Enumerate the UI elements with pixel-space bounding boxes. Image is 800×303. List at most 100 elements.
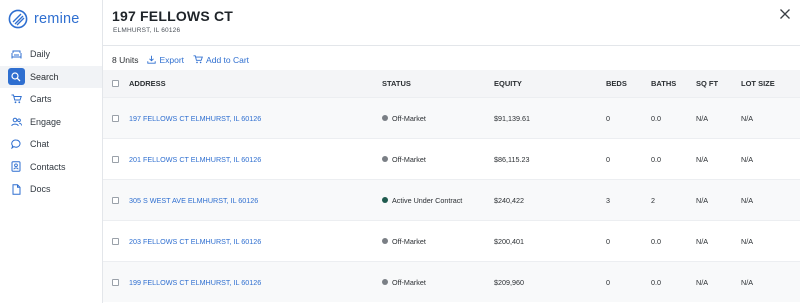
sidebar-item-label: Search <box>30 71 59 82</box>
toolbar: 8 Units Export Add to Cart <box>112 53 249 66</box>
checkbox-box <box>112 80 119 87</box>
header-baths[interactable]: BATHS <box>651 79 676 88</box>
equity-cell: $240,422 <box>494 195 524 205</box>
table-row[interactable]: 197 FELLOWS CT ELMHURST, IL 60126 Off-Ma… <box>103 97 800 138</box>
row-checkbox[interactable] <box>112 278 119 286</box>
sidebar-item-label: Contacts <box>30 161 66 172</box>
status-dot <box>382 156 388 162</box>
sidebar: remine Daily Search Carts Engage Chat Co… <box>0 0 103 303</box>
cart-icon <box>193 55 203 64</box>
select-all-checkbox[interactable] <box>112 80 119 87</box>
remine-logo-icon <box>8 9 28 29</box>
checkbox-box <box>112 237 119 245</box>
status-text: Off-Market <box>392 277 426 287</box>
table-row[interactable]: 305 S WEST AVE ELMHURST, IL 60126 Active… <box>103 179 800 220</box>
row-checkbox[interactable] <box>112 237 119 245</box>
app-root: remine Daily Search Carts Engage Chat Co… <box>0 0 800 303</box>
address-link[interactable]: 203 FELLOWS CT ELMHURST, IL 60126 <box>129 237 261 246</box>
lot-size-cell: N/A <box>741 113 753 123</box>
status-cell: Active Under Contract <box>382 196 462 205</box>
beds-cell: 0 <box>606 236 610 246</box>
address-link[interactable]: 199 FELLOWS CT ELMHURST, IL 60126 <box>129 278 261 287</box>
beds-cell: 3 <box>606 195 610 205</box>
equity-cell: $91,139.61 <box>494 113 530 123</box>
row-checkbox[interactable] <box>112 114 119 122</box>
baths-cell: 0.0 <box>651 236 661 246</box>
sidebar-item-label: Engage <box>30 116 62 127</box>
status-text: Off-Market <box>392 113 426 123</box>
status-dot <box>382 238 388 244</box>
logo[interactable]: remine <box>8 7 80 31</box>
sidebar-item-label: Daily <box>30 49 51 60</box>
status-cell: Off-Market <box>382 278 426 287</box>
page-subtitle: ELMHURST, IL 60126 <box>113 27 181 34</box>
sidebar-item-label: Carts <box>30 94 52 105</box>
baths-cell: 0.0 <box>651 113 661 123</box>
checkbox-box <box>112 278 119 286</box>
sidebar-item-daily[interactable]: Daily <box>0 43 102 66</box>
sidebar-item-carts[interactable]: Carts <box>0 88 102 111</box>
sidebar-item-docs[interactable]: Docs <box>0 178 102 201</box>
lot-size-cell: N/A <box>741 195 753 205</box>
export-button[interactable]: Export <box>147 55 184 65</box>
equity-cell: $86,115.23 <box>494 154 530 164</box>
download-icon <box>147 55 157 64</box>
lot-size-cell: N/A <box>741 154 753 164</box>
equity-cell: $209,960 <box>494 277 524 287</box>
checkbox-box <box>112 155 119 163</box>
checkbox-box <box>112 114 119 122</box>
sqft-cell: N/A <box>696 195 708 205</box>
header-status[interactable]: STATUS <box>382 79 411 88</box>
document-icon <box>9 182 23 196</box>
header-sqft[interactable]: SQ FT <box>696 79 718 88</box>
lot-size-cell: N/A <box>741 277 753 287</box>
table-row[interactable]: 203 FELLOWS CT ELMHURST, IL 60126 Off-Ma… <box>103 220 800 261</box>
row-checkbox[interactable] <box>112 196 119 204</box>
checkbox-box <box>112 196 119 204</box>
couch-icon <box>9 47 23 61</box>
sqft-cell: N/A <box>696 154 708 164</box>
users-icon <box>9 115 23 129</box>
header-equity[interactable]: EQUITY <box>494 79 522 88</box>
baths-cell: 2 <box>651 195 655 205</box>
sidebar-item-engage[interactable]: Engage <box>0 111 102 134</box>
address-link[interactable]: 197 FELLOWS CT ELMHURST, IL 60126 <box>129 114 261 123</box>
table-row[interactable]: 199 FELLOWS CT ELMHURST, IL 60126 Off-Ma… <box>103 261 800 302</box>
status-text: Active Under Contract <box>392 195 463 205</box>
address-link[interactable]: 201 FELLOWS CT ELMHURST, IL 60126 <box>129 155 261 164</box>
cart-icon <box>9 92 23 106</box>
logo-text: remine <box>34 11 80 27</box>
chat-icon <box>9 137 23 151</box>
beds-cell: 0 <box>606 113 610 123</box>
beds-cell: 0 <box>606 277 610 287</box>
equity-cell: $200,401 <box>494 236 524 246</box>
address-link[interactable]: 305 S WEST AVE ELMHURST, IL 60126 <box>129 196 258 205</box>
units-table: ADDRESS STATUS EQUITY BEDS BATHS SQ FT L… <box>103 70 800 302</box>
status-dot <box>382 115 388 121</box>
table-row[interactable]: 201 FELLOWS CT ELMHURST, IL 60126 Off-Ma… <box>103 138 800 179</box>
sidebar-nav: Daily Search Carts Engage Chat Contacts … <box>0 43 102 201</box>
units-count: 8 Units <box>112 54 139 65</box>
status-cell: Off-Market <box>382 114 426 123</box>
status-dot <box>382 279 388 285</box>
table-body: 197 FELLOWS CT ELMHURST, IL 60126 Off-Ma… <box>103 97 800 302</box>
header-beds[interactable]: BEDS <box>606 79 627 88</box>
row-checkbox[interactable] <box>112 155 119 163</box>
baths-cell: 0.0 <box>651 154 661 164</box>
status-text: Off-Market <box>392 154 426 164</box>
contacts-icon <box>9 160 23 174</box>
sqft-cell: N/A <box>696 277 708 287</box>
header-lot-size[interactable]: LOT SIZE <box>741 79 775 88</box>
sidebar-item-label: Docs <box>30 184 51 195</box>
baths-cell: 0.0 <box>651 277 661 287</box>
status-cell: Off-Market <box>382 155 426 164</box>
sidebar-item-contacts[interactable]: Contacts <box>0 156 102 179</box>
add-to-cart-button[interactable]: Add to Cart <box>193 55 249 65</box>
sidebar-item-search[interactable]: Search <box>0 65 102 88</box>
beds-cell: 0 <box>606 154 610 164</box>
status-cell: Off-Market <box>382 237 426 246</box>
lot-size-cell: N/A <box>741 236 753 246</box>
sidebar-item-chat[interactable]: Chat <box>0 133 102 156</box>
close-icon[interactable] <box>779 8 791 20</box>
header-address[interactable]: ADDRESS <box>129 79 166 88</box>
